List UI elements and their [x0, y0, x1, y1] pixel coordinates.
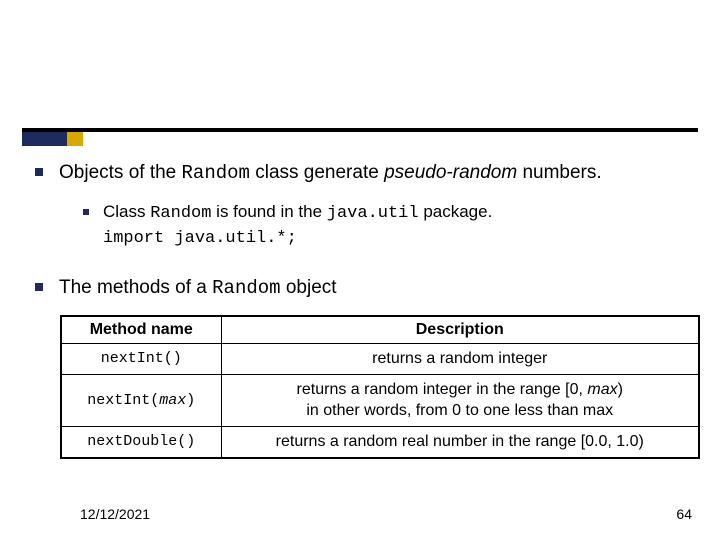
header-method: Method name — [61, 316, 221, 344]
bullet-item-1: Objects of the Random class generate pse… — [35, 160, 690, 187]
bullet-icon — [83, 209, 89, 215]
header-description: Description — [221, 316, 699, 344]
sub-bullet-item: Class Random is found in the java.util p… — [83, 201, 690, 251]
cell-method: nextInt(max) — [61, 374, 221, 426]
table-row: nextInt() returns a random integer — [61, 344, 699, 375]
cell-desc: returns a random integer — [221, 344, 699, 375]
table-header-row: Method name Description — [61, 316, 699, 344]
bullet-item-2: The methods of a Random object — [35, 275, 690, 302]
bullet-text: Objects of the Random class generate pse… — [59, 160, 602, 187]
methods-table: Method name Description nextInt() return… — [60, 315, 700, 458]
slide-content: Objects of the Random class generate pse… — [35, 160, 690, 459]
footer-page-number: 64 — [676, 506, 692, 522]
header-accent-yellow — [67, 132, 83, 146]
footer-date: 12/12/2021 — [80, 506, 150, 522]
bullet-icon — [35, 283, 43, 291]
cell-desc: returns a random real number in the rang… — [221, 426, 699, 457]
cell-desc: returns a random integer in the range [0… — [221, 374, 699, 426]
cell-method: nextDouble() — [61, 426, 221, 457]
header-accent-navy — [22, 132, 67, 146]
table-row: nextInt(max) returns a random integer in… — [61, 374, 699, 426]
sub-bullet-text: Class Random is found in the java.util p… — [103, 201, 492, 251]
table-row: nextDouble() returns a random real numbe… — [61, 426, 699, 457]
bullet-icon — [35, 168, 43, 176]
cell-method: nextInt() — [61, 344, 221, 375]
header-rule — [22, 128, 698, 132]
bullet-text: The methods of a Random object — [59, 275, 337, 302]
